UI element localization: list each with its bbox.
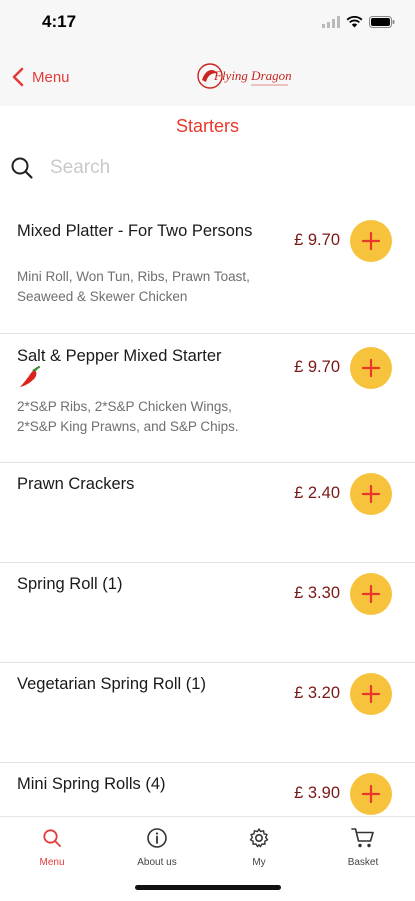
item-name: Mixed Platter - For Two Persons: [17, 222, 253, 240]
info-icon: [147, 828, 167, 848]
add-to-basket-button[interactable]: [350, 673, 392, 715]
search-icon: [43, 829, 61, 847]
item-name: Prawn Crackers: [17, 475, 135, 493]
status-bar: 4:17: [0, 0, 415, 46]
plus-icon: [361, 784, 381, 804]
item-name: Mini Spring Rolls (4): [17, 775, 166, 793]
tab-label: Menu: [39, 857, 65, 868]
add-to-basket-button[interactable]: [350, 220, 392, 262]
plus-icon: [361, 584, 381, 604]
plus-icon: [361, 358, 381, 378]
item-price: £ 3.30: [294, 584, 340, 602]
item-name: Salt & Pepper Mixed Starter: [17, 347, 222, 365]
cart-icon: [351, 828, 374, 848]
item-name: Vegetarian Spring Roll (1): [17, 675, 206, 693]
add-to-basket-button[interactable]: [350, 773, 392, 815]
home-indicator: [135, 885, 281, 890]
chevron-left-icon: [12, 67, 24, 87]
chili-pepper-icon: [20, 366, 40, 387]
menu-item[interactable]: Mixed Platter - For Two Persons Mini Rol…: [0, 200, 415, 334]
status-icons: [322, 14, 395, 30]
add-to-basket-button[interactable]: [350, 347, 392, 389]
page-title: Starters: [175, 116, 240, 136]
back-label: Menu: [32, 68, 70, 86]
tab-label: Basket: [347, 857, 379, 868]
search-bar[interactable]: [10, 148, 405, 188]
item-price: £ 9.70: [294, 231, 340, 249]
menu-item[interactable]: Spring Roll (1) £ 3.30: [0, 563, 415, 663]
tab-label: My: [252, 857, 266, 868]
tab-label: About us: [137, 857, 177, 868]
item-price: £ 3.20: [294, 684, 340, 702]
tab-basket[interactable]: Basket: [313, 825, 413, 868]
search-icon: [11, 157, 33, 179]
menu-item[interactable]: Salt & Pepper Mixed Starter 2*S&P Ribs, …: [0, 334, 415, 463]
restaurant-logo: Flying Dragon: [197, 63, 292, 89]
tab-about-us[interactable]: About us: [107, 825, 207, 868]
add-to-basket-button[interactable]: [350, 473, 392, 515]
svg-text:Flying Dragon: Flying Dragon: [213, 68, 292, 83]
item-price: £ 3.90: [294, 784, 340, 802]
signal-icon: [322, 16, 340, 28]
plus-icon: [361, 231, 381, 251]
item-description: 2*S&P Ribs, 2*S&P Chicken Wings, 2*S&P K…: [17, 399, 239, 434]
item-price: £ 2.40: [294, 484, 340, 502]
menu-item[interactable]: Prawn Crackers £ 2.40: [0, 463, 415, 563]
gear-icon: [249, 828, 269, 848]
item-description: Mini Roll, Won Tun, Ribs, Prawn Toast, S…: [17, 269, 250, 304]
tab-menu[interactable]: Menu: [2, 825, 102, 868]
tab-my[interactable]: My: [209, 825, 309, 868]
wifi-icon: [346, 16, 363, 28]
status-time: 4:17: [42, 12, 77, 31]
search-input[interactable]: [48, 156, 372, 180]
plus-icon: [361, 684, 381, 704]
battery-icon: [369, 16, 395, 28]
add-to-basket-button[interactable]: [350, 573, 392, 615]
menu-item[interactable]: Vegetarian Spring Roll (1) £ 3.20: [0, 663, 415, 763]
item-name: Spring Roll (1): [17, 575, 123, 593]
navigation-bar: Menu Flying Dragon: [0, 46, 415, 106]
item-price: £ 9.70: [294, 358, 340, 376]
back-button[interactable]: Menu: [12, 62, 70, 92]
menu-item[interactable]: Mini Spring Rolls (4) £ 3.90: [0, 763, 415, 816]
plus-icon: [361, 484, 381, 504]
